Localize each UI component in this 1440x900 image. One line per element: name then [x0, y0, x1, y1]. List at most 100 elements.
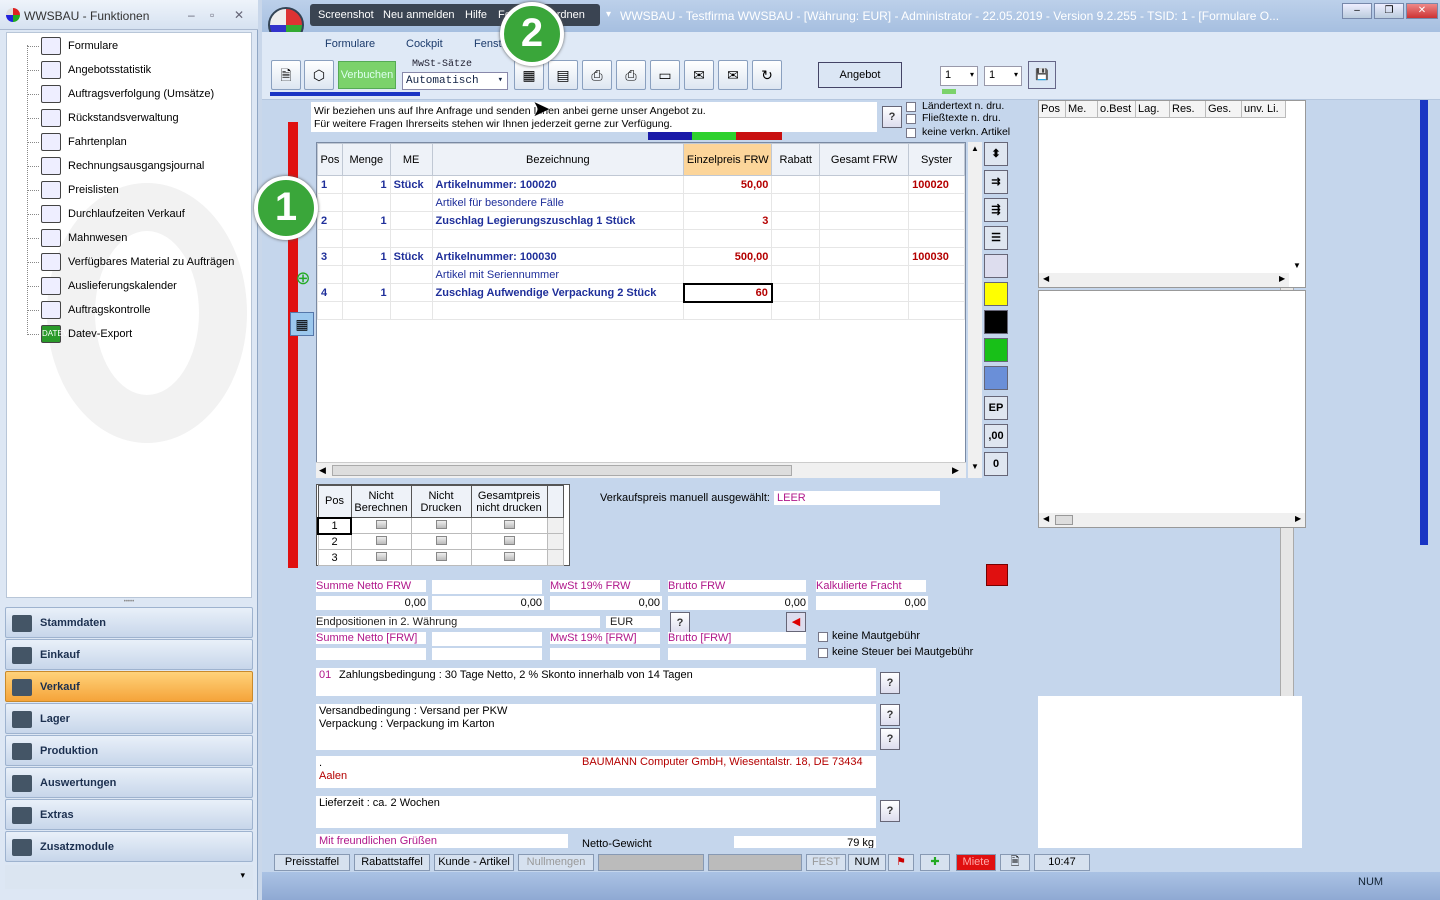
add-position-icon[interactable]: ⊕ [290, 268, 316, 296]
lieferzeit-help-button[interactable]: ? [880, 800, 900, 822]
printer-icon[interactable]: ⎙ [582, 60, 612, 90]
tree-item[interactable]: DATEV Datev-Export [21, 323, 251, 345]
minimize-icon[interactable]: – [188, 8, 195, 22]
table-cell[interactable] [683, 193, 773, 212]
gruss-field[interactable]: Mit freundlichen Grüßen [316, 834, 568, 848]
versand-field[interactable]: Versandbedingung : Versand per PKW Verpa… [316, 704, 876, 750]
close-icon[interactable]: ✕ [234, 8, 244, 22]
window-restore-icon[interactable]: ❐ [1374, 3, 1404, 19]
stock-column-header[interactable]: Me. [1066, 101, 1098, 118]
scroll-up-icon[interactable]: ▲ [971, 144, 979, 153]
maximize-icon[interactable]: ▫ [210, 8, 214, 22]
table-row[interactable]: 4 1 Zuschlag Aufwendige Verpackung 2 Stück… [317, 282, 965, 303]
tree-item[interactable]: Verfügbares Material zu Aufträgen [21, 251, 251, 273]
intro-help-button[interactable]: ? [882, 106, 902, 128]
status-add-icon[interactable]: ✚ [920, 854, 950, 871]
calculator-small-icon[interactable]: ▦ [290, 312, 314, 336]
zahlung-help-button[interactable]: ? [880, 672, 900, 694]
table-row[interactable]: Artikel für besondere Fälle [317, 193, 965, 212]
detail-scroll-thumb[interactable] [1055, 515, 1073, 525]
chevron-down-icon[interactable]: ▾ [240, 870, 245, 881]
nav-extras[interactable]: Extras [5, 799, 253, 830]
tree-item[interactable]: Auftragsverfolgung (Umsätze) [21, 83, 251, 105]
color-green-button[interactable] [984, 338, 1008, 362]
status-rabattstaffel[interactable]: Rabattstaffel [354, 854, 430, 871]
panel-splitter[interactable]: ••••• [6, 599, 252, 605]
copies-spinner[interactable]: 1 ▾ [940, 66, 978, 86]
stock-column-header[interactable]: o.Best [1098, 101, 1136, 118]
column-header[interactable]: Bezeichnung [431, 143, 685, 176]
calendar-icon[interactable]: ▤ [548, 60, 578, 90]
table-cell[interactable]: 500,00 [683, 247, 773, 266]
stock-hscroll[interactable]: ◀ ▶ [1039, 273, 1289, 287]
nav-zusatzmodule[interactable]: Zusatzmodule [5, 831, 253, 862]
table-row[interactable]: Artikel mit Seriennummer [317, 265, 965, 284]
tree-item[interactable]: Auslieferungskalender [21, 275, 251, 297]
scroll-right-icon[interactable]: ▶ [952, 465, 959, 476]
nav-produktion[interactable]: Produktion [5, 735, 253, 766]
sort-rows-icon[interactable]: ☰ [984, 226, 1008, 250]
table-row[interactable]: 3 1 Stück Artikelnummer: 100030 500,00 100030 [317, 247, 965, 266]
table-row[interactable]: 1 1 Stück Artikelnummer: 100020 50,00 100020 [317, 175, 965, 194]
detail-hscroll[interactable]: ◀ ▶ [1039, 513, 1305, 527]
save-icon[interactable]: 💾 [1028, 61, 1056, 89]
flag-checkbox[interactable] [375, 535, 387, 545]
color-blue-button[interactable] [984, 366, 1008, 390]
status-kunde-artikel[interactable]: Kunde - Artikel [434, 854, 514, 871]
checkbox-laendertext[interactable] [906, 102, 916, 112]
scroll-left-icon[interactable]: ◀ [1043, 514, 1049, 523]
flag-checkbox[interactable] [435, 551, 447, 561]
tree-item[interactable]: Angebotsstatistik [21, 59, 251, 81]
nav-lager[interactable]: Lager [5, 703, 253, 734]
tree-item[interactable]: Fahrtenplan [21, 131, 251, 153]
nav-overflow-bar[interactable]: ▾ [5, 865, 253, 889]
verpackung-help-button[interactable]: ? [880, 728, 900, 750]
tree-item[interactable]: Rechnungsausgangsjournal [21, 155, 251, 177]
red-status-button[interactable] [986, 564, 1008, 586]
zero-button[interactable]: 0 [984, 452, 1008, 476]
page-spinner[interactable]: 1 ▾ [984, 66, 1022, 86]
grid-hscroll-thumb[interactable] [332, 465, 792, 476]
email-icon[interactable]: ✉ [684, 60, 714, 90]
stock-column-header[interactable]: Ges. [1206, 101, 1242, 118]
checkbox-keine-maut[interactable] [818, 632, 828, 642]
refresh-icon[interactable]: ↻ [752, 60, 782, 90]
versand-help-button[interactable]: ? [880, 704, 900, 726]
email-send-icon[interactable]: ✉ [718, 60, 748, 90]
print-preview-icon[interactable]: ⎙ [616, 60, 646, 90]
flag-checkbox[interactable] [503, 551, 515, 561]
quick-menu-dropdown-icon[interactable]: ▾ [606, 9, 611, 20]
color-yellow-button[interactable] [984, 282, 1008, 306]
stock-column-header[interactable]: unv. Li. [1242, 101, 1286, 118]
flag-checkbox[interactable] [435, 519, 447, 529]
column-header[interactable]: Pos [317, 143, 343, 176]
tree-item[interactable]: Formulare [21, 35, 251, 57]
table-cell[interactable] [683, 229, 773, 248]
grid-vertical-scrollbar[interactable]: ▲ ▼ [968, 142, 982, 478]
table-cell[interactable]: 60 [682, 282, 773, 303]
grid-horizontal-scrollbar[interactable]: ◀ ▶ [316, 462, 966, 478]
stock-column-header[interactable]: Lag. [1136, 101, 1170, 118]
column-header[interactable]: Syster [908, 143, 965, 176]
column-header[interactable]: Rabatt [771, 143, 821, 176]
new-document-icon[interactable]: 🗎 [271, 60, 301, 90]
status-preisstaffel[interactable]: Preisstaffel [274, 854, 350, 871]
tree-item[interactable]: Rückstandsverwaltung [21, 107, 251, 129]
flag-row[interactable]: 2 [317, 533, 564, 550]
lieferzeit-field[interactable]: Lieferzeit : ca. 2 Wochen [316, 796, 876, 828]
ep-button[interactable]: EP [984, 396, 1008, 420]
flag-checkbox[interactable] [375, 519, 387, 529]
tab-cockpit[interactable]: Cockpit [406, 38, 443, 50]
nav-auswertungen[interactable]: Auswertungen [5, 767, 253, 798]
insert-row-icon[interactable]: ⇉ [984, 170, 1008, 194]
nav-stammdaten[interactable]: Stammdaten [5, 607, 253, 638]
window-minimize-icon[interactable]: – [1342, 3, 1372, 19]
scroll-left-icon[interactable]: ◀ [1043, 274, 1049, 283]
status-doc-icon[interactable]: 🗎 [1000, 854, 1030, 871]
currency-help-button[interactable]: ? [670, 612, 690, 634]
table-cell[interactable]: 50,00 [683, 175, 773, 194]
flag-checkbox[interactable] [503, 535, 515, 545]
tree-item[interactable]: Mahnwesen [21, 227, 251, 249]
nav-verkauf[interactable]: Verkauf [5, 671, 253, 702]
arrow-left-icon[interactable]: ◀ [786, 612, 806, 632]
